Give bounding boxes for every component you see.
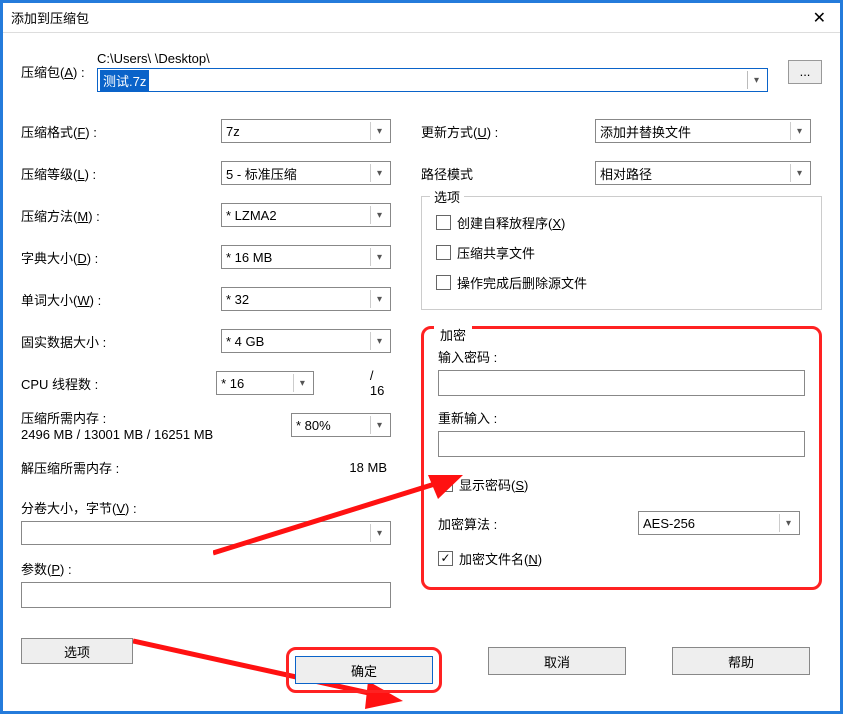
- show-password-label: 显示密码(S): [459, 475, 528, 494]
- solid-select[interactable]: * 4 GB ▾: [221, 329, 391, 353]
- shared-checkbox[interactable]: [436, 245, 451, 260]
- archive-label: 压缩包(A) :: [21, 62, 97, 81]
- chevron-down-icon[interactable]: ▾: [293, 374, 311, 392]
- chevron-down-icon[interactable]: ▾: [747, 71, 765, 89]
- password2-label: 重新输入 :: [438, 408, 805, 427]
- password-input[interactable]: [438, 370, 805, 396]
- chevron-down-icon[interactable]: ▾: [370, 416, 388, 434]
- solid-label: 固实数据大小 :: [21, 332, 221, 351]
- button-bar: 确定 取消 帮助: [3, 647, 840, 693]
- archive-value-selected: 测试.7z: [100, 70, 149, 91]
- encryption-group: 加密 输入密码 : 重新输入 : 显示密码(S) 加密算法 : AES-256 …: [421, 326, 822, 590]
- level-select[interactable]: 5 - 标准压缩 ▾: [221, 161, 391, 185]
- mem-compress-sub: 2496 MB / 13001 MB / 16251 MB: [21, 427, 213, 442]
- help-button[interactable]: 帮助: [672, 647, 810, 675]
- cpu-total: / 16: [370, 368, 391, 398]
- annotation-arrow-icon: [213, 473, 463, 563]
- options-legend: 选项: [430, 187, 464, 206]
- shared-label: 压缩共享文件: [457, 243, 535, 262]
- format-select[interactable]: 7z ▾: [221, 119, 391, 143]
- dialog-window: 添加到压缩包 ✕ 压缩包(A) : C:\Users\ \Desktop\ 测试…: [0, 0, 843, 714]
- encrypt-legend: 加密: [434, 325, 472, 344]
- chevron-down-icon[interactable]: ▾: [779, 514, 797, 532]
- chevron-down-icon[interactable]: ▾: [370, 248, 388, 266]
- chevron-down-icon[interactable]: ▾: [790, 122, 808, 140]
- params-input[interactable]: [21, 582, 391, 608]
- format-label: 压缩格式(F) :: [21, 122, 221, 141]
- level-label: 压缩等级(L) :: [21, 164, 221, 183]
- password-label: 输入密码 :: [438, 347, 805, 366]
- chevron-down-icon[interactable]: ▾: [370, 206, 388, 224]
- delete-after-checkbox[interactable]: [436, 275, 451, 290]
- chevron-down-icon[interactable]: ▾: [370, 164, 388, 182]
- close-icon[interactable]: ✕: [807, 8, 832, 28]
- method-select[interactable]: * LZMA2 ▾: [221, 203, 391, 227]
- sfx-label: 创建自释放程序(X): [457, 213, 565, 232]
- window-title: 添加到压缩包: [11, 8, 807, 27]
- pathmode-label: 路径模式: [421, 164, 595, 183]
- update-select[interactable]: 添加并替换文件 ▾: [595, 119, 811, 143]
- archive-row: 压缩包(A) : C:\Users\ \Desktop\ 测试.7z ▾ ...: [21, 51, 822, 92]
- chevron-down-icon[interactable]: ▾: [370, 122, 388, 140]
- word-label: 单词大小(W) :: [21, 290, 221, 309]
- browse-button[interactable]: ...: [788, 60, 822, 84]
- mem-compress-label: 压缩所需内存 :: [21, 408, 213, 427]
- archive-combobox[interactable]: 测试.7z ▾: [97, 68, 768, 92]
- chevron-down-icon[interactable]: ▾: [790, 164, 808, 182]
- encrypt-names-label: 加密文件名(N): [459, 549, 542, 568]
- algo-label: 加密算法 :: [438, 514, 638, 533]
- cpu-select[interactable]: * 16 ▾: [216, 371, 314, 395]
- cancel-button[interactable]: 取消: [488, 647, 626, 675]
- memory-select[interactable]: * 80% ▾: [291, 413, 391, 437]
- update-label: 更新方式(U) :: [421, 122, 595, 141]
- archive-path: C:\Users\ \Desktop\: [97, 51, 768, 66]
- password2-input[interactable]: [438, 431, 805, 457]
- method-label: 压缩方法(M) :: [21, 206, 221, 225]
- dict-label: 字典大小(D) :: [21, 248, 221, 267]
- chevron-down-icon[interactable]: ▾: [370, 290, 388, 308]
- ok-highlight: 确定: [286, 647, 442, 693]
- options-group: 选项 创建自释放程序(X) 压缩共享文件 操作完成后删除源文件: [421, 196, 822, 310]
- algo-select[interactable]: AES-256 ▾: [638, 511, 800, 535]
- cpu-label: CPU 线程数 :: [21, 374, 216, 393]
- chevron-down-icon[interactable]: ▾: [370, 332, 388, 350]
- ok-button[interactable]: 确定: [295, 656, 433, 684]
- dict-select[interactable]: * 16 MB ▾: [221, 245, 391, 269]
- delete-after-label: 操作完成后删除源文件: [457, 273, 587, 292]
- word-select[interactable]: * 32 ▾: [221, 287, 391, 311]
- titlebar: 添加到压缩包 ✕: [3, 3, 840, 33]
- sfx-checkbox[interactable]: [436, 215, 451, 230]
- pathmode-select[interactable]: 相对路径 ▾: [595, 161, 811, 185]
